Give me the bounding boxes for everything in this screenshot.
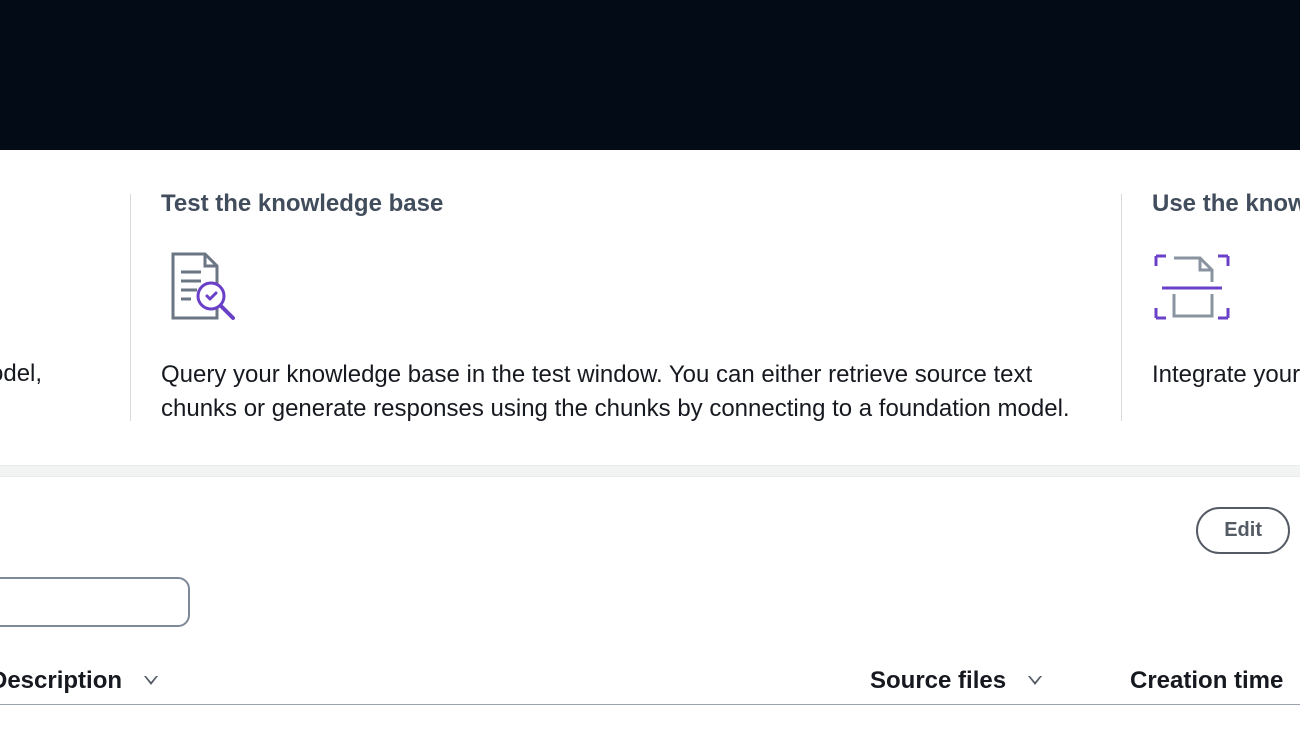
table-header-row: Description Source files Creation time [0,657,1300,705]
fragment-text: model, [0,360,42,387]
card-use-desc-fragment: Integrate your [1152,358,1300,392]
column-header-creation-time[interactable]: Creation time [1130,667,1300,695]
column-header-description[interactable]: Description [0,667,830,695]
column-header-label: Source files [870,667,1006,695]
card-use-title-fragment: Use the knowl [1152,190,1300,218]
card-test-title: Test the knowledge base [161,190,1091,218]
overview-panel: Edit Description Source files Creation t… [0,477,1300,507]
main-content: model, Test the knowledge base Query you [0,150,1300,507]
previous-card-desc-fragment: model, [0,190,130,425]
card-use-kb-fragment: Use the knowl Integrate your [1122,190,1300,425]
card-test-kb: Test the knowledge base Query your knowl… [131,190,1121,425]
filter-input[interactable] [0,577,190,627]
edit-button[interactable]: Edit [1196,507,1290,554]
section-separator [0,465,1300,477]
document-search-icon [161,248,1091,328]
column-header-label: Description [0,667,122,695]
how-it-works-cards: model, Test the knowledge base Query you [0,150,1300,465]
sort-icon [1020,676,1036,686]
column-header-label: Creation time [1130,667,1283,695]
document-scan-icon [1152,248,1300,328]
sort-icon [136,676,152,686]
console-top-bar [0,0,1300,150]
column-header-source-files[interactable]: Source files [870,667,1090,695]
card-test-desc: Query your knowledge base in the test wi… [161,358,1091,425]
